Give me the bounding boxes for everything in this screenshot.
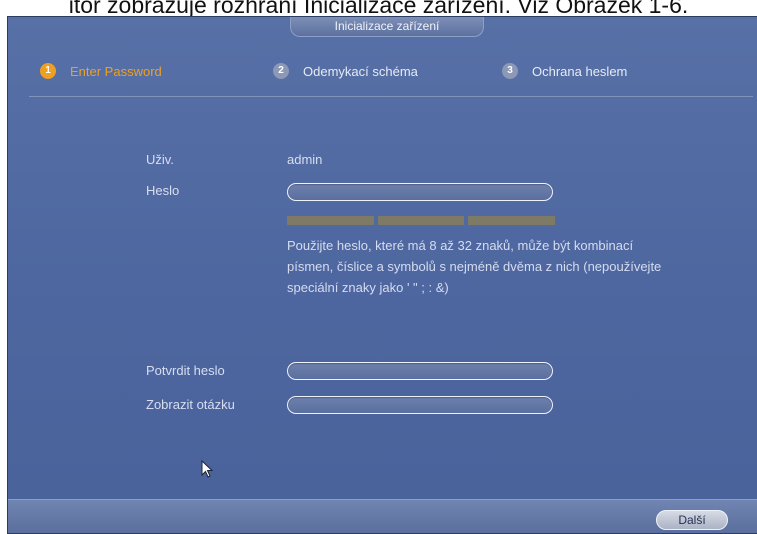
password-label: Heslo xyxy=(146,183,180,198)
show-question-input[interactable] xyxy=(287,396,553,414)
page: itor zobrazuje rozhraní Inicializace zař… xyxy=(0,0,757,534)
next-button[interactable]: Další xyxy=(656,510,728,530)
device-init-window: Inicializace zařízení 1 Enter Password 2… xyxy=(7,16,757,534)
step-enter-password[interactable]: 1 Enter Password xyxy=(40,59,162,83)
confirm-password-label: Potvrdit heslo xyxy=(146,363,225,378)
user-value: admin xyxy=(287,152,323,167)
steps-divider xyxy=(29,96,753,97)
mouse-pointer-icon xyxy=(201,460,213,478)
strength-segment xyxy=(468,216,556,225)
strength-segment xyxy=(377,216,465,225)
password-hint: Použijte heslo, které má 8 až 32 znaků, … xyxy=(287,238,662,295)
step-number-1: 1 xyxy=(40,63,56,79)
step-password-protection[interactable]: 3 Ochrana heslem xyxy=(502,59,627,83)
step-number-2: 2 xyxy=(273,63,289,79)
password-strength-meter xyxy=(287,216,556,225)
step-label-enter-password: Enter Password xyxy=(70,63,162,79)
wizard-steps: 1 Enter Password 2 Odemykací schéma 3 Oc… xyxy=(8,59,757,83)
confirm-password-input[interactable] xyxy=(287,362,553,380)
strength-segment xyxy=(287,216,374,225)
show-question-label: Zobrazit otázku xyxy=(146,397,235,412)
bottom-bar: Další xyxy=(8,499,757,533)
user-label: Uživ. xyxy=(146,152,174,167)
step-label-unlock-pattern: Odemykací schéma xyxy=(303,63,418,79)
step-unlock-pattern[interactable]: 2 Odemykací schéma xyxy=(273,59,418,83)
step-number-3: 3 xyxy=(502,63,518,79)
password-input[interactable] xyxy=(287,183,553,201)
window-title: Inicializace zařízení xyxy=(290,17,484,37)
step-label-password-protection: Ochrana heslem xyxy=(532,63,628,79)
